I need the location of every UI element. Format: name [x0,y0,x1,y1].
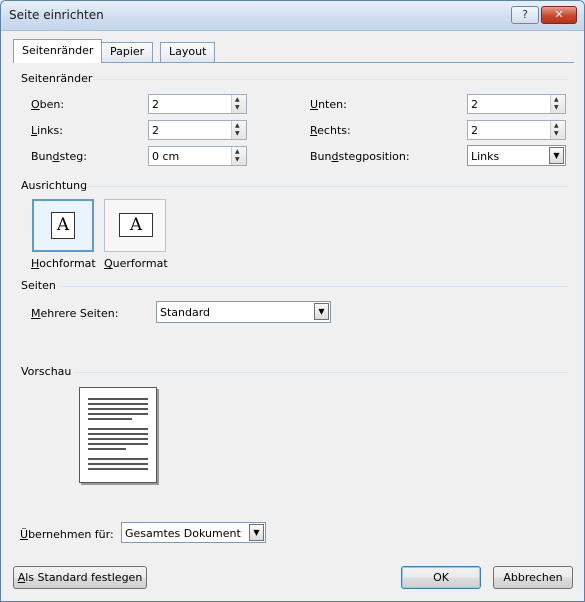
bundsteg-label: Bundsteg: [31,150,87,163]
tab-label: Seitenränder [22,44,94,57]
ok-button[interactable]: OK [401,566,481,589]
preview-text-line [88,443,148,445]
page-setup-dialog: Seite einrichten ? ✕ Seitenränder Papier… [0,0,585,602]
preview-text-line [88,418,132,420]
unten-value: 2 [471,98,478,111]
preview-text-line [88,413,148,415]
spin-arrows-icon[interactable]: ▲ ▼ [231,121,246,139]
rechts-spinner[interactable]: 2 ▲ ▼ [467,120,566,140]
bundstegposition-label: Bundstegposition: [310,150,410,163]
landscape-label[interactable]: Querformat [104,257,168,270]
mehrere-seiten-select[interactable]: Standard ▼ [156,301,331,323]
links-spinner[interactable]: 2 ▲ ▼ [148,120,247,140]
preview-text-line [88,428,148,430]
oben-spinner[interactable]: 2 ▲ ▼ [148,94,247,114]
chevron-down-icon[interactable]: ▼ [314,303,329,320]
spin-arrows-icon[interactable]: ▲ ▼ [231,147,246,165]
links-label: Links: [31,124,63,137]
bundsteg-spinner[interactable]: 0 cm ▲ ▼ [148,146,247,166]
rechts-value: 2 [471,124,478,137]
spin-arrows-icon[interactable]: ▲ ▼ [231,95,246,113]
rechts-label: Rechts: [310,124,351,137]
preview-text-line [88,403,148,405]
apply-to-label: Übernehmen für: [20,528,114,541]
preview-text-line [88,433,148,435]
bundsteg-value: 0 cm [152,150,180,163]
close-icon: ✕ [554,8,564,21]
preview-text-line [88,448,126,450]
divider [74,372,568,373]
apply-to-value: Gesamtes Dokument [125,527,241,540]
preview-text-line [88,468,148,470]
spin-arrows-icon[interactable]: ▲ ▼ [550,95,565,113]
bundstegposition-value: Links [471,150,500,163]
oben-label: Oben: [31,98,65,111]
portrait-label[interactable]: Hochformat [31,257,96,270]
set-as-default-button[interactable]: Als Standard festlegen [13,566,147,589]
preview-text-line [88,398,148,400]
apply-to-select[interactable]: Gesamtes Dokument ▼ [121,522,266,543]
orientation-group-label: Ausrichtung [21,179,88,192]
chevron-down-icon[interactable]: ▼ [249,524,264,541]
preview-text-line [88,463,148,465]
bundstegposition-select[interactable]: Links ▼ [467,145,566,166]
preview-page [79,387,157,483]
tab-label: Papier [110,45,145,58]
tab-label: Layout [169,45,207,58]
portrait-page-icon: A [51,212,75,239]
window-title: Seite einrichten [9,8,104,22]
tab-papier[interactable]: Papier [101,42,154,62]
pages-group-label: Seiten [21,279,56,292]
preview-group-label: Vorschau [21,365,72,378]
mehrere-seiten-value: Standard [160,306,211,319]
unten-spinner[interactable]: 2 ▲ ▼ [467,94,566,114]
divider [61,286,568,287]
preview-text-line [88,438,148,440]
portrait-option[interactable]: A [32,199,94,252]
mehrere-seiten-label: Mehrere Seiten: [31,307,119,320]
margins-group-label: Seitenränder [21,72,93,85]
help-icon: ? [522,8,528,21]
chevron-down-icon[interactable]: ▼ [549,147,564,164]
links-value: 2 [152,124,159,137]
help-button[interactable]: ? [511,6,539,24]
preview-text-line [88,408,148,410]
tab-seitenraender[interactable]: Seitenränder [13,39,103,63]
cancel-button[interactable]: Abbrechen [493,566,573,589]
landscape-page-icon: A [119,213,153,237]
spin-arrows-icon[interactable]: ▲ ▼ [550,121,565,139]
preview-text-line [88,458,148,460]
landscape-option[interactable]: A [104,199,166,252]
divider [93,79,568,80]
close-button[interactable]: ✕ [541,6,577,24]
title-bar: Seite einrichten ? ✕ [1,1,584,31]
divider [88,186,568,187]
tab-layout[interactable]: Layout [160,42,216,62]
unten-label: Unten: [310,98,347,111]
oben-value: 2 [152,98,159,111]
